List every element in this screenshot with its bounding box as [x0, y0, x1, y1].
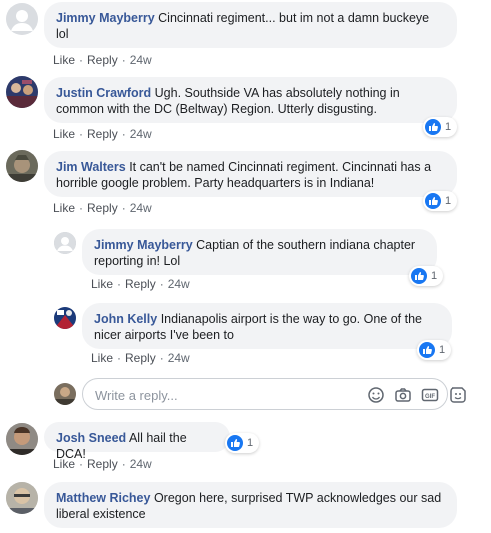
reaction-count: 1	[439, 344, 446, 356]
reply-link[interactable]: Reply	[125, 351, 156, 365]
reaction-count: 1	[445, 195, 452, 207]
comment-author[interactable]: Jim Walters	[56, 160, 126, 174]
comment-author[interactable]: Josh Sneed	[56, 431, 126, 445]
reply-comment: John Kelly Indianapolis airport is the w…	[0, 300, 491, 370]
comment-actions: Like · Reply · 24w	[53, 457, 152, 471]
reply-input[interactable]	[93, 385, 297, 405]
comment-author[interactable]: Jimmy Mayberry	[56, 11, 155, 25]
comment-actions: Like · Reply · 24w	[53, 201, 152, 215]
emoji-icon[interactable]	[366, 385, 386, 405]
thumbs-up-icon	[411, 268, 427, 284]
reaction-badge[interactable]: 1	[423, 117, 458, 137]
reply-link[interactable]: Reply	[125, 277, 156, 291]
comment: Jimmy Mayberry Cincinnati regiment... bu…	[0, 0, 491, 70]
timestamp[interactable]: 24w	[168, 351, 190, 365]
comment-actions: Like · Reply · 24w	[91, 351, 190, 365]
timestamp[interactable]: 24w	[130, 127, 152, 141]
sticker-icon[interactable]	[448, 385, 468, 405]
reply-link[interactable]: Reply	[87, 201, 118, 215]
avatar[interactable]	[6, 150, 38, 182]
comment-author[interactable]: Jimmy Mayberry	[94, 238, 193, 252]
comment-bubble: Josh Sneed All hail the DCA!	[44, 422, 230, 461]
avatar[interactable]	[54, 232, 76, 254]
comment-thread: Jimmy Mayberry Cincinnati regiment... bu…	[0, 0, 491, 533]
reply-link[interactable]: Reply	[87, 127, 118, 141]
comment: Matthew Richey Oregon here, surprised TW…	[0, 480, 491, 533]
thumbs-up-icon	[425, 193, 441, 209]
avatar[interactable]	[6, 76, 38, 108]
thumbs-up-icon	[227, 435, 243, 451]
thumbs-up-icon	[425, 119, 441, 135]
like-link[interactable]: Like	[53, 127, 75, 141]
avatar[interactable]	[54, 307, 76, 329]
reaction-badge[interactable]: 1	[417, 340, 452, 360]
svg-text:GIF: GIF	[425, 394, 435, 400]
avatar[interactable]	[6, 482, 38, 514]
reaction-badge[interactable]: 1	[225, 433, 260, 453]
thumbs-up-icon	[419, 342, 435, 358]
timestamp[interactable]: 24w	[130, 53, 152, 67]
reply-link[interactable]: Reply	[87, 457, 118, 471]
comment-bubble: Matthew Richey Oregon here, surprised TW…	[44, 482, 457, 528]
comment-bubble: Jim Walters It can't be named Cincinnati…	[44, 151, 457, 197]
comment: Justin Crawford Ugh. Southside VA has ab…	[0, 74, 491, 144]
current-user-avatar[interactable]	[54, 383, 76, 405]
comment-bubble: Jimmy Mayberry Captian of the southern i…	[82, 229, 437, 275]
timestamp[interactable]: 24w	[130, 457, 152, 471]
like-link[interactable]: Like	[91, 351, 113, 365]
comment: Jim Walters It can't be named Cincinnati…	[0, 148, 491, 218]
comment-author[interactable]: Justin Crawford	[56, 86, 151, 100]
like-link[interactable]: Like	[91, 277, 113, 291]
reaction-count: 1	[431, 270, 438, 282]
reaction-count: 1	[445, 121, 452, 133]
comment-bubble: Justin Crawford Ugh. Southside VA has ab…	[44, 77, 457, 123]
comment-actions: Like · Reply · 24w	[53, 53, 152, 67]
comment-bubble: John Kelly Indianapolis airport is the w…	[82, 303, 452, 349]
like-link[interactable]: Like	[53, 53, 75, 67]
comment-author[interactable]: Matthew Richey	[56, 491, 150, 505]
avatar[interactable]	[6, 3, 38, 35]
reply-input-container[interactable]: GIF	[82, 378, 466, 410]
like-link[interactable]: Like	[53, 457, 75, 471]
camera-icon[interactable]	[393, 385, 413, 405]
comment-actions: Like · Reply · 24w	[91, 277, 190, 291]
reply-link[interactable]: Reply	[87, 53, 118, 67]
reaction-badge[interactable]: 1	[409, 266, 444, 286]
comment-bubble: Jimmy Mayberry Cincinnati regiment... bu…	[44, 2, 457, 48]
like-link[interactable]: Like	[53, 201, 75, 215]
avatar[interactable]	[6, 423, 38, 455]
comment: Josh Sneed All hail the DCA! 1 Like · Repl…	[0, 420, 491, 480]
timestamp[interactable]: 24w	[168, 277, 190, 291]
reply-comment: Jimmy Mayberry Captian of the southern i…	[0, 226, 491, 296]
reaction-count: 1	[247, 437, 254, 449]
gif-icon[interactable]: GIF	[420, 385, 440, 405]
comment-actions: Like · Reply · 24w	[53, 127, 152, 141]
comment-author[interactable]: John Kelly	[94, 312, 157, 326]
timestamp[interactable]: 24w	[130, 201, 152, 215]
reaction-badge[interactable]: 1	[423, 191, 458, 211]
